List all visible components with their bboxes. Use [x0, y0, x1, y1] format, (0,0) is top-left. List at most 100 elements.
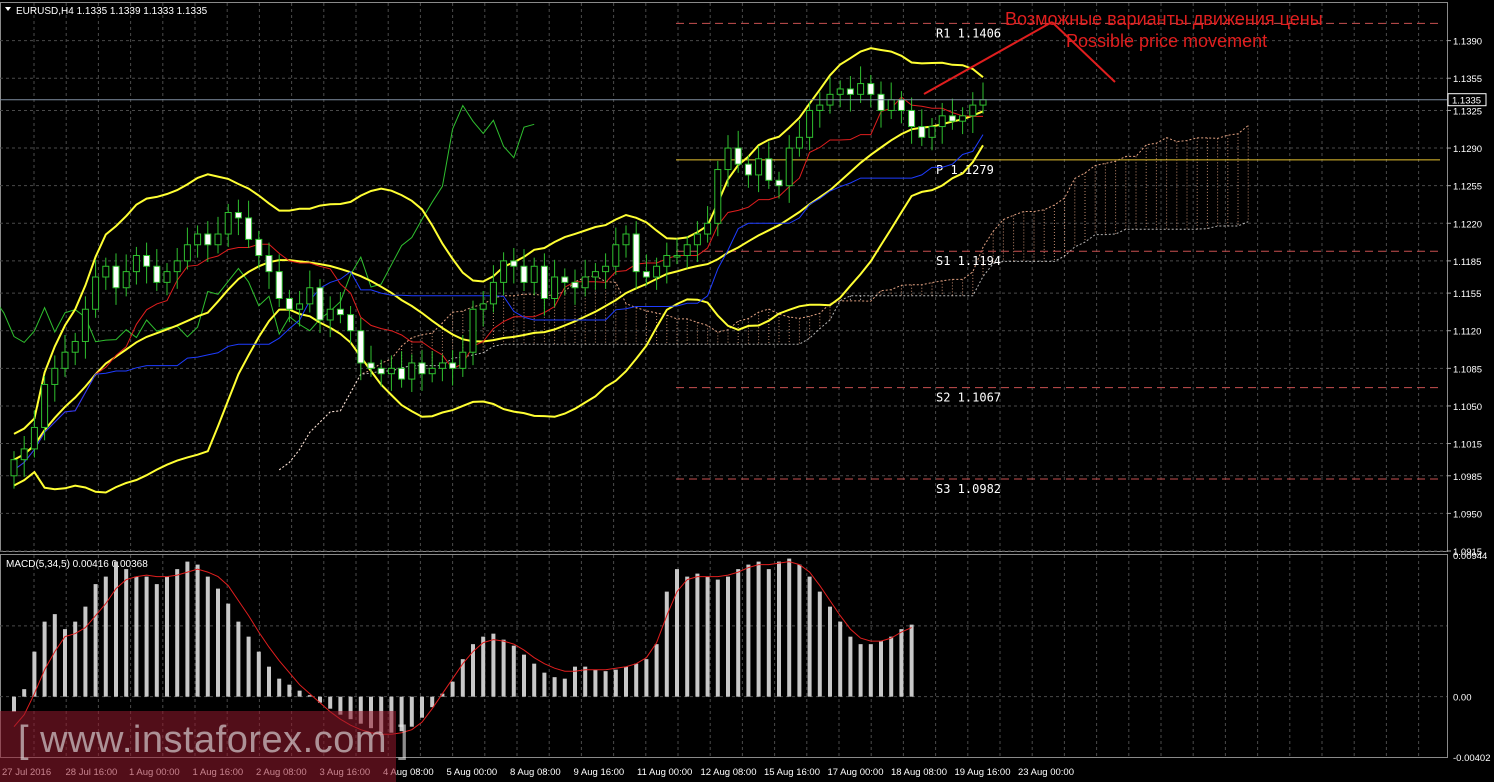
candle[interactable]	[275, 254, 283, 308]
candle[interactable]	[887, 82, 895, 120]
candle[interactable]	[867, 74, 875, 108]
macd-bar	[267, 666, 271, 697]
candle[interactable]	[71, 332, 79, 366]
candle[interactable]	[948, 98, 956, 130]
macd-bar	[216, 588, 220, 697]
candle[interactable]	[183, 227, 191, 270]
candle[interactable]	[387, 355, 395, 391]
candle[interactable]	[489, 265, 497, 313]
candle[interactable]	[449, 350, 457, 386]
candle[interactable]	[714, 160, 722, 237]
candle[interactable]	[163, 263, 171, 296]
candle[interactable]	[591, 263, 599, 290]
candle[interactable]	[530, 257, 538, 296]
candle[interactable]	[153, 249, 161, 291]
candle[interactable]	[132, 246, 140, 285]
candle[interactable]	[846, 76, 854, 112]
candle[interactable]	[92, 259, 100, 318]
candle[interactable]	[724, 135, 732, 187]
candle-body	[112, 265, 120, 289]
candle[interactable]	[143, 242, 151, 284]
candle[interactable]	[765, 141, 773, 189]
candle[interactable]	[744, 155, 752, 188]
candle[interactable]	[204, 221, 212, 262]
candle-body	[571, 281, 579, 289]
candle[interactable]	[306, 270, 314, 313]
candle[interactable]	[500, 252, 508, 296]
candle[interactable]	[112, 253, 120, 305]
candle[interactable]	[10, 451, 18, 489]
candle-body	[520, 265, 528, 283]
candle[interactable]	[61, 335, 69, 377]
candle[interactable]	[632, 221, 640, 289]
candle[interactable]	[540, 253, 548, 316]
macd-bar	[715, 579, 720, 697]
candle[interactable]	[265, 242, 273, 289]
candle[interactable]	[347, 306, 355, 344]
candle[interactable]	[622, 225, 630, 258]
candle[interactable]	[806, 101, 814, 151]
macd-label: MACD(5,34,5) 0.00416 0.00368	[6, 559, 148, 570]
candle[interactable]	[296, 290, 304, 327]
candle[interactable]	[20, 436, 28, 477]
time-tick-label: 12 Aug 08:00	[701, 767, 757, 778]
candle[interactable]	[255, 230, 263, 269]
price-tick-label: 1.1355	[1453, 74, 1482, 85]
candle[interactable]	[551, 259, 559, 308]
chevron-down-icon[interactable]	[5, 7, 11, 11]
macd-bar	[664, 591, 669, 697]
macd-bar	[868, 644, 873, 697]
macd-bar	[685, 576, 690, 697]
candle[interactable]	[969, 92, 977, 134]
price-axis: 1.1390 1.1355 1.1325 1.1290 1.1255 1.1220 1.11…	[1447, 37, 1482, 558]
candle[interactable]	[173, 247, 181, 289]
candle[interactable]	[816, 92, 824, 128]
candle[interactable]	[683, 236, 691, 269]
candle[interactable]	[877, 81, 885, 128]
candle[interactable]	[245, 200, 253, 248]
price-tick-label: 1.1050	[1453, 402, 1482, 413]
candle[interactable]	[224, 203, 232, 247]
candle[interactable]	[979, 82, 987, 114]
candle[interactable]	[908, 97, 916, 144]
candle[interactable]	[581, 259, 589, 297]
macd-bar	[103, 576, 108, 697]
candle-body	[10, 459, 18, 477]
candle[interactable]	[234, 199, 242, 236]
candle[interactable]	[418, 350, 426, 391]
candle[interactable]	[571, 269, 579, 305]
candle[interactable]	[836, 80, 844, 108]
candle[interactable]	[663, 242, 671, 284]
candle[interactable]	[918, 109, 926, 146]
candle[interactable]	[214, 216, 222, 254]
candle[interactable]	[51, 355, 59, 402]
candle[interactable]	[398, 351, 406, 388]
candle[interactable]	[469, 300, 477, 366]
candle[interactable]	[785, 135, 793, 203]
candle[interactable]	[510, 247, 518, 284]
macd-bar	[746, 564, 751, 697]
candle[interactable]	[102, 257, 110, 290]
candle[interactable]	[428, 351, 436, 383]
time-tick-label: 18 Aug 08:00	[891, 767, 947, 778]
candle[interactable]	[81, 296, 89, 359]
candle[interactable]	[357, 317, 365, 381]
price-tick-label: 1.1120	[1453, 327, 1481, 338]
candle[interactable]	[704, 206, 712, 243]
candle[interactable]	[408, 354, 416, 392]
price-chart[interactable]: R1 1.1406P 1.1279S1 1.1194S2 1.1067S3 1.…	[0, 0, 1494, 782]
candle[interactable]	[642, 254, 650, 286]
candle[interactable]	[459, 335, 467, 377]
candle[interactable]	[194, 225, 202, 258]
candle[interactable]	[30, 410, 38, 458]
candle[interactable]	[928, 117, 936, 151]
candle[interactable]	[826, 77, 834, 114]
candle-body	[479, 303, 487, 310]
candle[interactable]	[959, 107, 967, 135]
candle[interactable]	[602, 253, 610, 289]
candle-body	[806, 109, 814, 138]
macd-bar	[460, 659, 465, 697]
macd-bar	[491, 633, 496, 697]
candle[interactable]	[795, 120, 803, 157]
candle[interactable]	[857, 66, 865, 103]
